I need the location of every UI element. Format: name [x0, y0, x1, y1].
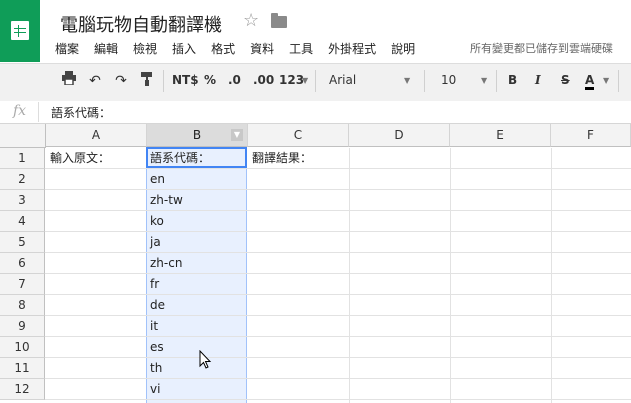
- cell-c1[interactable]: 翻譯結果：: [248, 148, 312, 168]
- cell-b-language-code[interactable]: ko: [146, 211, 164, 231]
- undo-icon[interactable]: ↶: [84, 71, 106, 91]
- menu-view[interactable]: 檢視: [133, 40, 157, 56]
- column-header-b[interactable]: B ▼: [147, 124, 248, 147]
- mouse-cursor-icon: [199, 350, 212, 369]
- row-header[interactable]: 9: [0, 316, 45, 337]
- row-header[interactable]: 11: [0, 358, 45, 379]
- column-header-c[interactable]: C: [248, 124, 349, 147]
- menu-bar: 檔案 編輯 檢視 插入 格式 資料 工具 外掛程式 說明: [55, 40, 430, 56]
- cell-b-language-code[interactable]: en: [146, 169, 165, 189]
- text-color-button[interactable]: A: [585, 73, 595, 90]
- cell-b-language-code[interactable]: fr: [146, 274, 159, 294]
- row-header[interactable]: 3: [0, 190, 45, 211]
- column-header-a[interactable]: A: [46, 124, 147, 147]
- cell-a1[interactable]: 輸入原文：: [46, 148, 110, 168]
- cell-b-language-code[interactable]: es: [146, 337, 164, 357]
- cell-b-language-code[interactable]: zh-tw: [146, 190, 183, 210]
- row-header[interactable]: 12: [0, 379, 45, 400]
- row-header[interactable]: 4: [0, 211, 45, 232]
- menu-insert[interactable]: 插入: [172, 40, 196, 56]
- italic-button[interactable]: I: [535, 73, 541, 87]
- cell-b1[interactable]: 語系代碼：: [146, 148, 210, 168]
- currency-format-button[interactable]: NT$: [172, 73, 199, 87]
- increase-decimal-button[interactable]: .00: [253, 73, 274, 87]
- formula-input[interactable]: 語系代碼：: [51, 104, 111, 121]
- column-menu-icon[interactable]: ▼: [231, 129, 243, 141]
- paint-format-icon[interactable]: [136, 71, 158, 91]
- chevron-down-icon: ▼: [603, 76, 610, 85]
- bold-button[interactable]: B: [508, 73, 517, 87]
- column-header-d[interactable]: D: [349, 124, 450, 147]
- menu-file[interactable]: 檔案: [55, 40, 79, 56]
- percent-format-button[interactable]: %: [204, 73, 216, 87]
- row-header[interactable]: 8: [0, 295, 45, 316]
- menu-data[interactable]: 資料: [250, 40, 274, 56]
- menu-edit[interactable]: 編輯: [94, 40, 118, 56]
- sheets-logo[interactable]: [0, 0, 40, 62]
- cell-b-language-code[interactable]: de: [146, 295, 165, 315]
- column-header-f[interactable]: F: [551, 124, 631, 147]
- cell-b-language-code[interactable]: ja: [146, 232, 161, 252]
- decrease-decimal-button[interactable]: .0: [228, 73, 241, 87]
- number-format-button[interactable]: 123: [279, 73, 304, 87]
- strikethrough-button[interactable]: S: [561, 73, 570, 87]
- chevron-down-icon: ▼: [302, 76, 309, 85]
- row-header[interactable]: 5: [0, 232, 45, 253]
- column-letter: B: [192, 128, 202, 142]
- spreadsheet-icon: [11, 21, 29, 40]
- menu-format[interactable]: 格式: [211, 40, 235, 56]
- cell-b-language-code[interactable]: it: [146, 316, 158, 336]
- document-title[interactable]: 電腦玩物自動翻譯機: [60, 11, 222, 37]
- font-size-select[interactable]: 10: [441, 73, 456, 87]
- chevron-down-icon: ▼: [481, 76, 488, 85]
- row-header[interactable]: 7: [0, 274, 45, 295]
- chevron-down-icon: ▼: [404, 76, 411, 85]
- cell-b-language-code[interactable]: vi: [146, 379, 160, 399]
- column-header-e[interactable]: E: [450, 124, 551, 147]
- row-header[interactable]: 10: [0, 337, 45, 358]
- row-header[interactable]: 6: [0, 253, 45, 274]
- cell-b-language-code[interactable]: th: [146, 358, 162, 378]
- row-header[interactable]: 2: [0, 169, 45, 190]
- font-select[interactable]: Arial: [329, 73, 356, 87]
- row-header[interactable]: 1: [0, 148, 45, 169]
- star-icon[interactable]: ☆: [243, 10, 259, 31]
- menu-addons[interactable]: 外掛程式: [328, 40, 376, 56]
- select-all-corner[interactable]: [0, 124, 46, 148]
- redo-icon[interactable]: ↷: [110, 71, 132, 91]
- cell-b-language-code[interactable]: zh-cn: [146, 253, 182, 273]
- fx-icon: fx: [13, 103, 27, 119]
- print-icon[interactable]: [58, 71, 80, 91]
- menu-tools[interactable]: 工具: [289, 40, 313, 56]
- save-status[interactable]: 所有變更都已儲存到雲端硬碟: [470, 40, 613, 56]
- menu-help[interactable]: 說明: [391, 40, 415, 56]
- folder-icon[interactable]: [271, 13, 287, 28]
